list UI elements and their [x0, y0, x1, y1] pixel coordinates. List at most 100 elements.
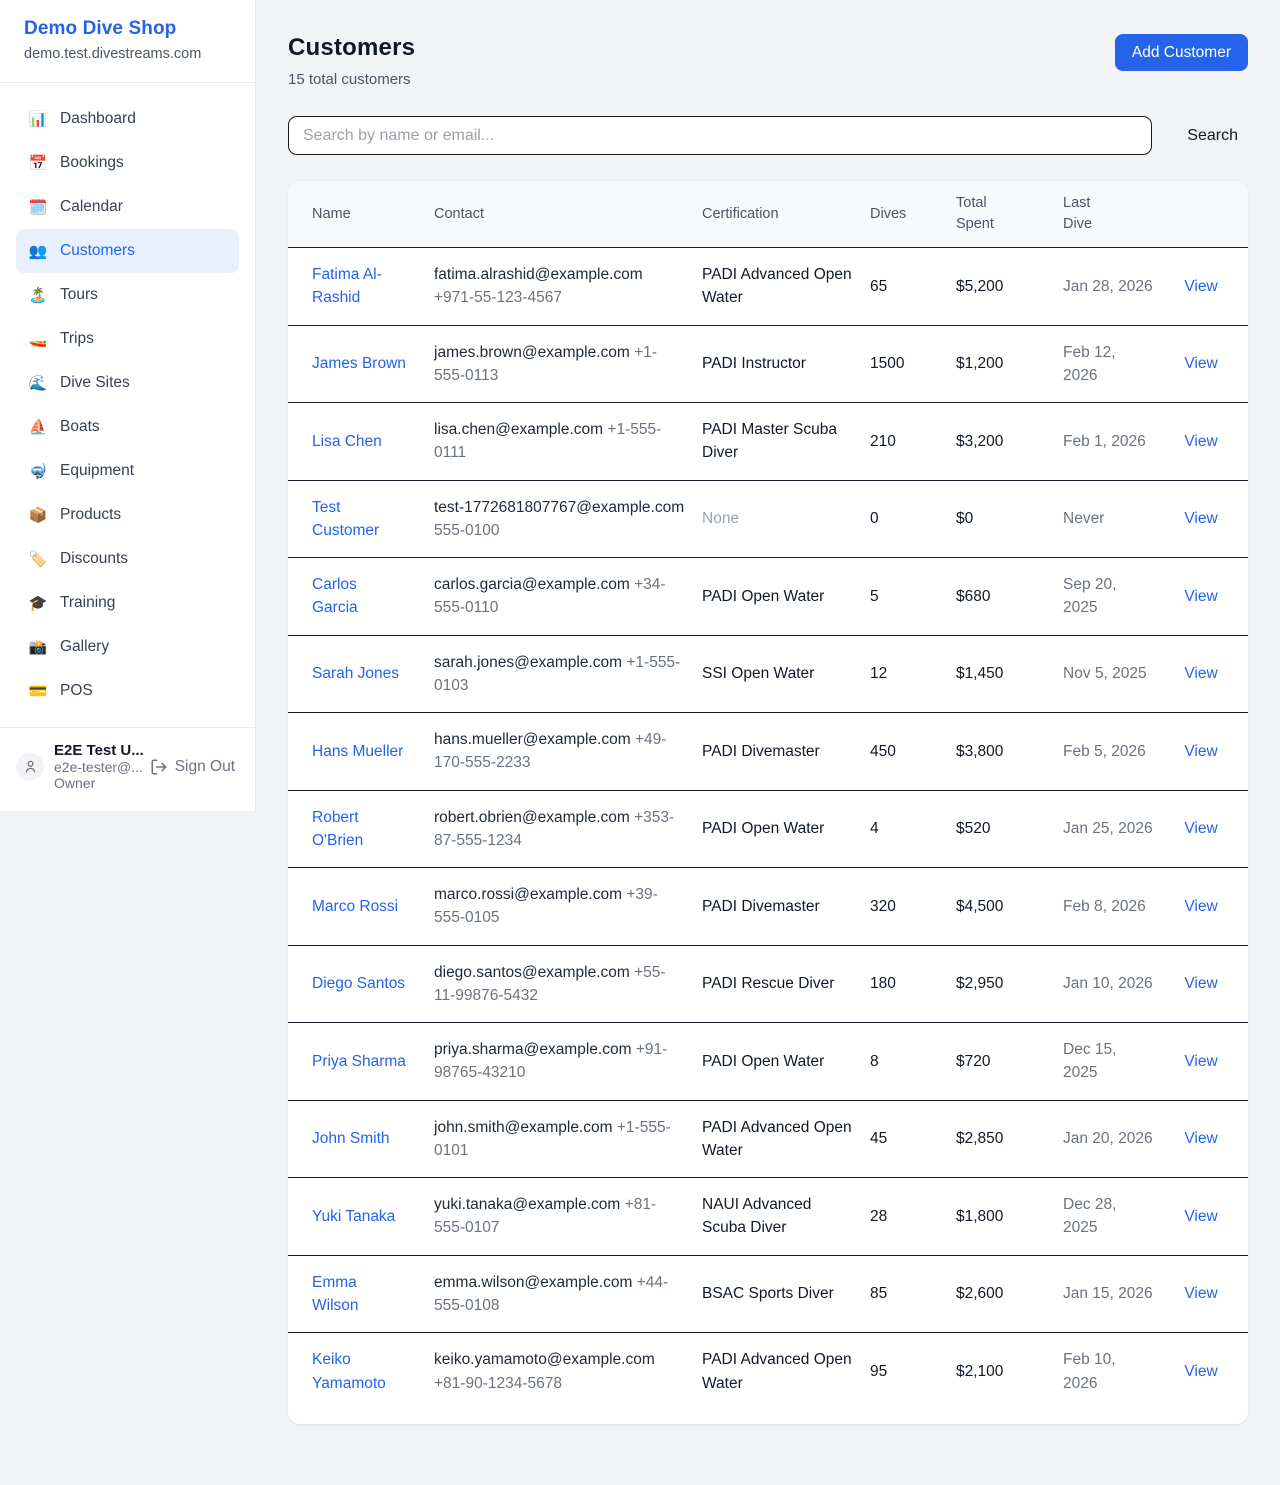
sidebar-item-equipment[interactable]: 🤿 Equipment: [16, 449, 239, 493]
customer-certification: PADI Instructor: [702, 337, 870, 390]
trips-icon: 🚤: [28, 330, 48, 348]
sidebar-item-label: Trips: [60, 330, 94, 348]
customer-contact: lisa.chen@example.com +1-555-0111: [434, 403, 702, 480]
customer-name-link[interactable]: Priya Sharma: [312, 1053, 406, 1070]
customer-total-spent: $2,600: [956, 1267, 1063, 1320]
table-row: Lisa Chen lisa.chen@example.com +1-555-0…: [288, 403, 1248, 481]
sidebar-item-label: Discounts: [60, 550, 128, 568]
customer-email: robert.obrien@example.com: [434, 809, 630, 826]
shop-name: Demo Dive Shop: [24, 18, 231, 40]
sidebar-item-customers[interactable]: 👥 Customers: [16, 229, 239, 273]
customer-name-link[interactable]: Lisa Chen: [312, 433, 382, 450]
calendar-icon: 🗓️: [28, 198, 48, 216]
view-link[interactable]: View: [1184, 1285, 1217, 1302]
view-link[interactable]: View: [1184, 355, 1217, 372]
customer-last-dive: Jan 20, 2026: [1063, 1112, 1170, 1165]
view-link[interactable]: View: [1184, 743, 1217, 760]
sidebar-item-calendar[interactable]: 🗓️ Calendar: [16, 185, 239, 229]
customer-email: marco.rossi@example.com: [434, 886, 622, 903]
customer-name-link[interactable]: Hans Mueller: [312, 743, 403, 760]
view-link[interactable]: View: [1184, 588, 1217, 605]
customer-contact: john.smith@example.com +1-555-0101: [434, 1101, 702, 1178]
sidebar-item-products[interactable]: 📦 Products: [16, 493, 239, 537]
column-header-certification: Certification: [702, 192, 870, 237]
customer-contact: priya.sharma@example.com +91-98765-43210: [434, 1023, 702, 1100]
search-row: Search: [288, 116, 1248, 155]
view-link[interactable]: View: [1184, 278, 1217, 295]
products-icon: 📦: [28, 506, 48, 524]
customer-name-link[interactable]: Yuki Tanaka: [312, 1208, 395, 1225]
customer-last-dive: Nov 5, 2025: [1063, 647, 1170, 700]
customer-certification: PADI Open Water: [702, 802, 870, 855]
customer-name-link[interactable]: Diego Santos: [312, 975, 405, 992]
customer-name-link[interactable]: Fatima Al-Rashid: [312, 266, 382, 306]
view-link[interactable]: View: [1184, 510, 1217, 527]
view-link[interactable]: View: [1184, 665, 1217, 682]
user-name: E2E Test U...: [54, 742, 140, 759]
sign-out-button[interactable]: Sign Out: [150, 758, 235, 776]
customer-name-link[interactable]: John Smith: [312, 1130, 390, 1147]
view-link[interactable]: View: [1184, 975, 1217, 992]
customer-certification: PADI Divemaster: [702, 725, 870, 778]
view-link[interactable]: View: [1184, 820, 1217, 837]
customers-table: NameContactCertificationDivesTotal Spent…: [288, 181, 1248, 1424]
boats-icon: ⛵: [28, 418, 48, 436]
customer-last-dive: Jan 25, 2026: [1063, 802, 1170, 855]
customer-certification: PADI Open Water: [702, 1035, 870, 1088]
customer-contact: emma.wilson@example.com +44-555-0108: [434, 1256, 702, 1333]
sidebar-item-trips[interactable]: 🚤 Trips: [16, 317, 239, 361]
view-link[interactable]: View: [1184, 433, 1217, 450]
table-row: Emma Wilson emma.wilson@example.com +44-…: [288, 1256, 1248, 1334]
customer-name-link[interactable]: Carlos Garcia: [312, 576, 358, 616]
customers-icon: 👥: [28, 242, 48, 260]
customer-dives: 28: [870, 1190, 956, 1243]
search-button[interactable]: Search: [1177, 119, 1248, 153]
customer-last-dive: Jan 28, 2026: [1063, 260, 1170, 313]
table-body: Fatima Al-Rashid fatima.alrashid@example…: [288, 248, 1248, 1410]
user-box: E2E Test U... e2e-tester@... Owner Sign …: [0, 727, 255, 811]
column-header-name: Name: [288, 192, 434, 237]
customer-email: fatima.alrashid@example.com: [434, 266, 643, 283]
sidebar-item-training[interactable]: 🎓 Training: [16, 581, 239, 625]
sidebar-item-gallery[interactable]: 📸 Gallery: [16, 625, 239, 669]
customer-last-dive: Jan 15, 2026: [1063, 1267, 1170, 1320]
sidebar-item-bookings[interactable]: 📅 Bookings: [16, 141, 239, 185]
customer-contact: marco.rossi@example.com +39-555-0105: [434, 868, 702, 945]
sidebar-item-dive-sites[interactable]: 🌊 Dive Sites: [16, 361, 239, 405]
table-row: Diego Santos diego.santos@example.com +5…: [288, 946, 1248, 1024]
customer-certification: PADI Advanced Open Water: [702, 248, 870, 325]
sidebar-item-tours[interactable]: 🏝️ Tours: [16, 273, 239, 317]
customer-name-link[interactable]: Robert O'Brien: [312, 809, 363, 849]
customer-certification: PADI Advanced Open Water: [702, 1101, 870, 1178]
sign-out-icon: [150, 758, 168, 776]
view-link[interactable]: View: [1184, 1053, 1217, 1070]
sign-out-label: Sign Out: [175, 758, 235, 776]
customer-email: john.smith@example.com: [434, 1119, 613, 1136]
customer-name-link[interactable]: Test Customer: [312, 499, 379, 539]
add-customer-button[interactable]: Add Customer: [1115, 34, 1248, 71]
customer-last-dive: Never: [1063, 492, 1170, 545]
table-row: Keiko Yamamoto keiko.yamamoto@example.co…: [288, 1333, 1248, 1410]
sidebar-item-boats[interactable]: ⛵ Boats: [16, 405, 239, 449]
view-link[interactable]: View: [1184, 1363, 1217, 1380]
sidebar-item-discounts[interactable]: 🏷️ Discounts: [16, 537, 239, 581]
view-link[interactable]: View: [1184, 1130, 1217, 1147]
table-row: Sarah Jones sarah.jones@example.com +1-5…: [288, 636, 1248, 714]
customer-last-dive: Dec 15, 2025: [1063, 1023, 1170, 1100]
customer-name-link[interactable]: Emma Wilson: [312, 1274, 359, 1314]
search-input[interactable]: [288, 116, 1152, 155]
page-header: Customers 15 total customers Add Custome…: [288, 34, 1248, 88]
customer-name-link[interactable]: Marco Rossi: [312, 898, 398, 915]
sidebar-item-dashboard[interactable]: 📊 Dashboard: [16, 97, 239, 141]
sidebar-item-label: Calendar: [60, 198, 123, 216]
view-link[interactable]: View: [1184, 898, 1217, 915]
sidebar-item-pos[interactable]: 💳 POS: [16, 669, 239, 713]
table-row: Hans Mueller hans.mueller@example.com +4…: [288, 713, 1248, 791]
customer-email: hans.mueller@example.com: [434, 731, 631, 748]
customer-total-spent: $520: [956, 802, 1063, 855]
view-link[interactable]: View: [1184, 1208, 1217, 1225]
customer-name-link[interactable]: James Brown: [312, 355, 406, 372]
customer-name-link[interactable]: Sarah Jones: [312, 665, 399, 682]
customer-name-link[interactable]: Keiko Yamamoto: [312, 1351, 386, 1391]
shop-domain: demo.test.divestreams.com: [24, 46, 231, 62]
